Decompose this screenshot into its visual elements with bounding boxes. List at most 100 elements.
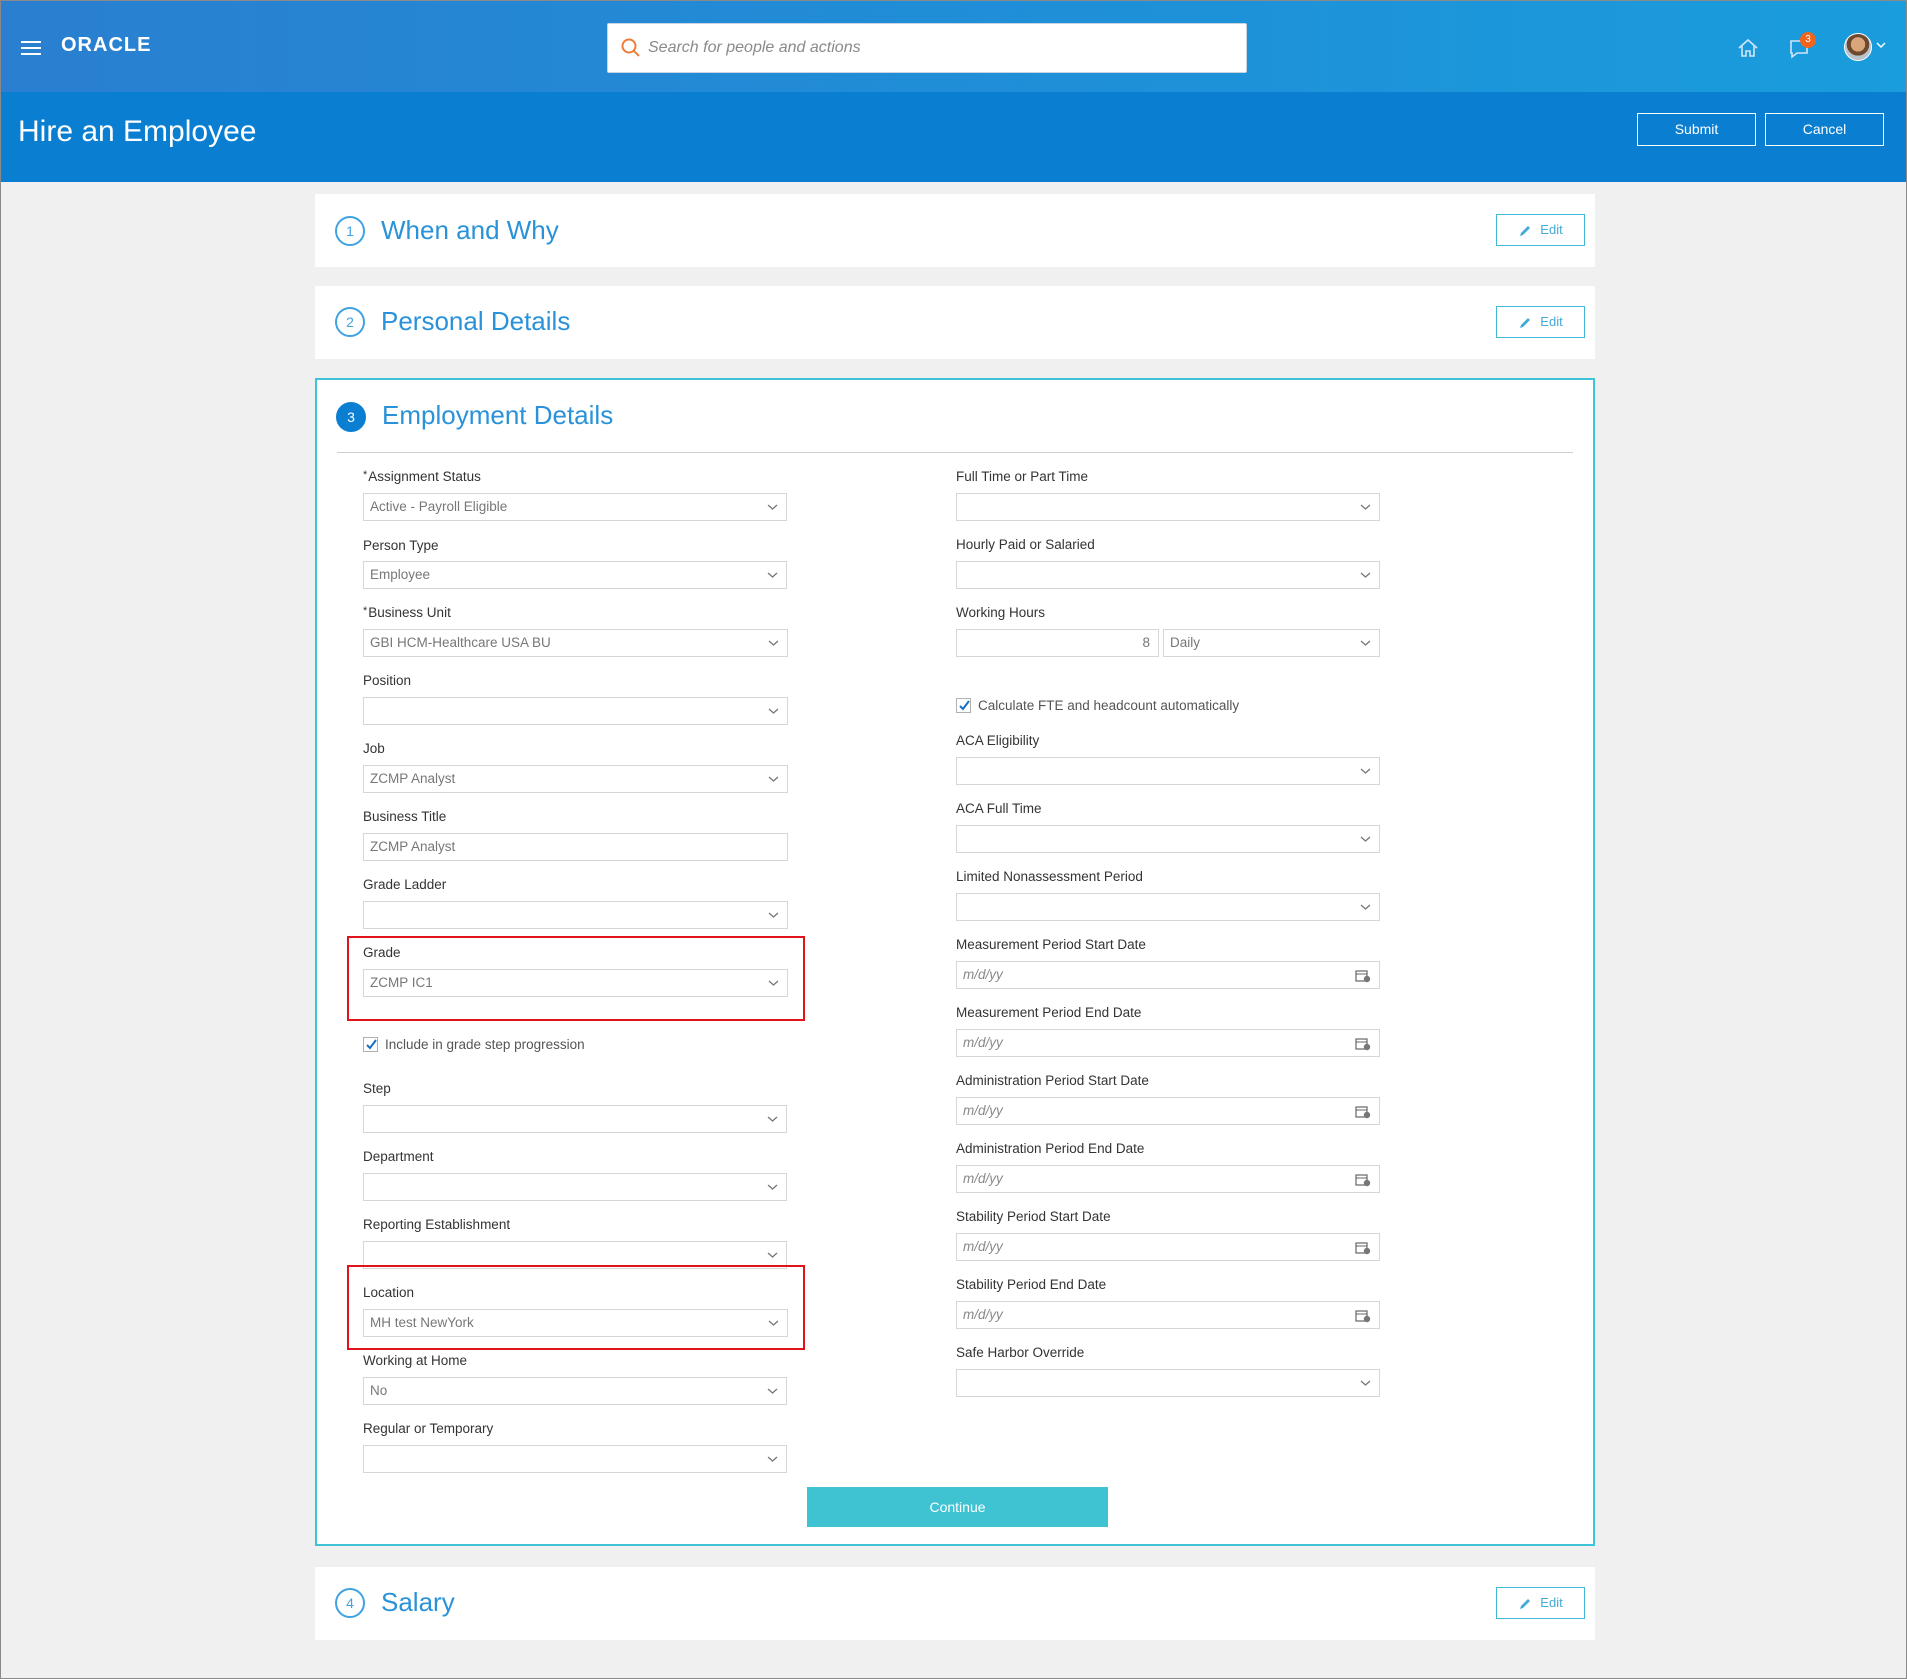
chevron-down-icon[interactable]: [1876, 41, 1886, 49]
hourly-or-salaried-select[interactable]: [956, 561, 1380, 589]
section-title[interactable]: Salary: [381, 1587, 455, 1618]
calendar-icon[interactable]: [1355, 1036, 1371, 1051]
section-salary: 4 Salary Edit: [315, 1567, 1595, 1640]
pencil-icon: [1520, 225, 1531, 236]
section-title: Employment Details: [382, 400, 614, 430]
business-unit-select[interactable]: GBI HCM-Healthcare USA BU: [363, 629, 788, 657]
calendar-icon[interactable]: [1355, 1172, 1371, 1187]
location-label: Location: [363, 1285, 415, 1300]
edit-button[interactable]: Edit: [1496, 214, 1585, 246]
administration-start-label: Administration Period Start Date: [956, 1073, 1149, 1088]
calendar-icon[interactable]: [1355, 1104, 1371, 1119]
calendar-icon[interactable]: [1355, 1308, 1371, 1323]
edit-label: Edit: [1540, 314, 1563, 329]
working-hours-label: Working Hours: [956, 605, 1046, 620]
edit-label: Edit: [1540, 1595, 1563, 1610]
aca-full-time-select[interactable]: [956, 825, 1380, 853]
submit-button[interactable]: Submit: [1637, 113, 1756, 146]
position-select[interactable]: [363, 697, 788, 725]
chevron-down-icon: [767, 1456, 778, 1462]
job-label: Job: [363, 741, 385, 756]
job-select[interactable]: ZCMP Analyst: [363, 765, 788, 793]
chevron-down-icon: [767, 1184, 778, 1190]
date-placeholder: m/d/yy: [963, 1171, 1003, 1186]
assignment-status-label: *Assignment Status: [363, 469, 481, 484]
chevron-down-icon: [768, 708, 779, 714]
safe-harbor-select[interactable]: [956, 1369, 1380, 1397]
fte-checkbox-label: Calculate FTE and headcount automaticall…: [978, 698, 1240, 713]
position-label: Position: [363, 673, 412, 688]
stability-start-date-input[interactable]: m/d/yy: [956, 1233, 1380, 1261]
calendar-icon[interactable]: [1355, 968, 1371, 983]
department-label: Department: [363, 1149, 434, 1164]
chevron-down-icon: [1360, 904, 1371, 910]
cancel-label: Cancel: [1802, 121, 1847, 137]
notification-badge: 3: [1800, 32, 1816, 48]
edit-button[interactable]: Edit: [1496, 306, 1585, 338]
menu-icon[interactable]: [21, 41, 41, 55]
fte-checkbox[interactable]: [956, 698, 971, 713]
location-select[interactable]: MH test NewYork: [363, 1309, 788, 1337]
grade-select[interactable]: ZCMP IC1: [363, 969, 788, 997]
section-personal-details: 2 Personal Details Edit: [315, 286, 1595, 359]
chevron-down-icon: [767, 1388, 778, 1394]
department-select[interactable]: [363, 1173, 787, 1201]
checkmark-icon: [959, 700, 970, 711]
grade-step-checkbox-label: Include in grade step progression: [385, 1037, 585, 1052]
administration-end-date-input[interactable]: m/d/yy: [956, 1165, 1380, 1193]
assignment-status-select[interactable]: Active - Payroll Eligible: [363, 493, 787, 521]
required-marker: *: [363, 605, 368, 617]
measurement-end-date-input[interactable]: m/d/yy: [956, 1029, 1380, 1057]
select-value: ZCMP IC1: [370, 975, 433, 990]
home-icon[interactable]: [1737, 38, 1759, 58]
section-title[interactable]: When and Why: [381, 215, 559, 246]
checkmark-icon: [366, 1039, 377, 1050]
chevron-down-icon: [1360, 504, 1371, 510]
regular-or-temporary-select[interactable]: [363, 1445, 787, 1473]
working-hours-input[interactable]: 8: [956, 629, 1159, 657]
required-marker: *: [363, 469, 368, 481]
edit-button[interactable]: Edit: [1496, 1587, 1585, 1619]
user-avatar[interactable]: [1844, 33, 1872, 61]
pencil-icon: [1520, 1598, 1531, 1609]
person-type-select[interactable]: Employee: [363, 561, 787, 589]
search-input[interactable]: [648, 24, 1228, 72]
limited-nonassessment-select[interactable]: [956, 893, 1380, 921]
stability-end-date-input[interactable]: m/d/yy: [956, 1301, 1380, 1329]
search-icon: [621, 38, 640, 57]
chevron-down-icon: [768, 912, 779, 918]
grade-ladder-select[interactable]: [363, 901, 788, 929]
working-hours-frequency-select[interactable]: Daily: [1163, 629, 1380, 657]
safe-harbor-label: Safe Harbor Override: [956, 1345, 1085, 1360]
step-number: 4: [335, 1588, 365, 1618]
chevron-down-icon: [1360, 640, 1371, 646]
business-title-label: Business Title: [363, 809, 447, 824]
select-value: Employee: [370, 567, 431, 582]
continue-button[interactable]: Continue: [807, 1487, 1108, 1527]
administration-start-date-input[interactable]: m/d/yy: [956, 1097, 1380, 1125]
full-or-part-time-select[interactable]: [956, 493, 1380, 521]
chevron-down-icon: [1360, 1380, 1371, 1386]
global-header: ORACLE 3: [1, 1, 1906, 92]
cancel-button[interactable]: Cancel: [1765, 113, 1884, 146]
step-select[interactable]: [363, 1105, 787, 1133]
select-value: Active - Payroll Eligible: [370, 499, 508, 514]
business-title-input[interactable]: ZCMP Analyst: [363, 833, 788, 861]
stability-end-label: Stability Period End Date: [956, 1277, 1107, 1292]
chevron-down-icon: [767, 504, 778, 510]
select-value: ZCMP Analyst: [370, 771, 456, 786]
grade-step-checkbox[interactable]: [363, 1037, 378, 1052]
section-title[interactable]: Personal Details: [381, 306, 570, 337]
edit-label: Edit: [1540, 222, 1563, 237]
aca-eligibility-label: ACA Eligibility: [956, 733, 1040, 748]
section-employment-details: 3 Employment Details *Assignment Status …: [315, 378, 1595, 1546]
aca-eligibility-select[interactable]: [956, 757, 1380, 785]
search-box[interactable]: [607, 23, 1247, 73]
location-highlight-box: [347, 1265, 805, 1350]
select-value: No: [370, 1383, 388, 1398]
calendar-icon[interactable]: [1355, 1240, 1371, 1255]
measurement-start-date-input[interactable]: m/d/yy: [956, 961, 1380, 989]
working-at-home-select[interactable]: No: [363, 1377, 787, 1405]
oracle-logo[interactable]: ORACLE: [61, 34, 151, 57]
select-value: GBI HCM-Healthcare USA BU: [370, 635, 551, 650]
